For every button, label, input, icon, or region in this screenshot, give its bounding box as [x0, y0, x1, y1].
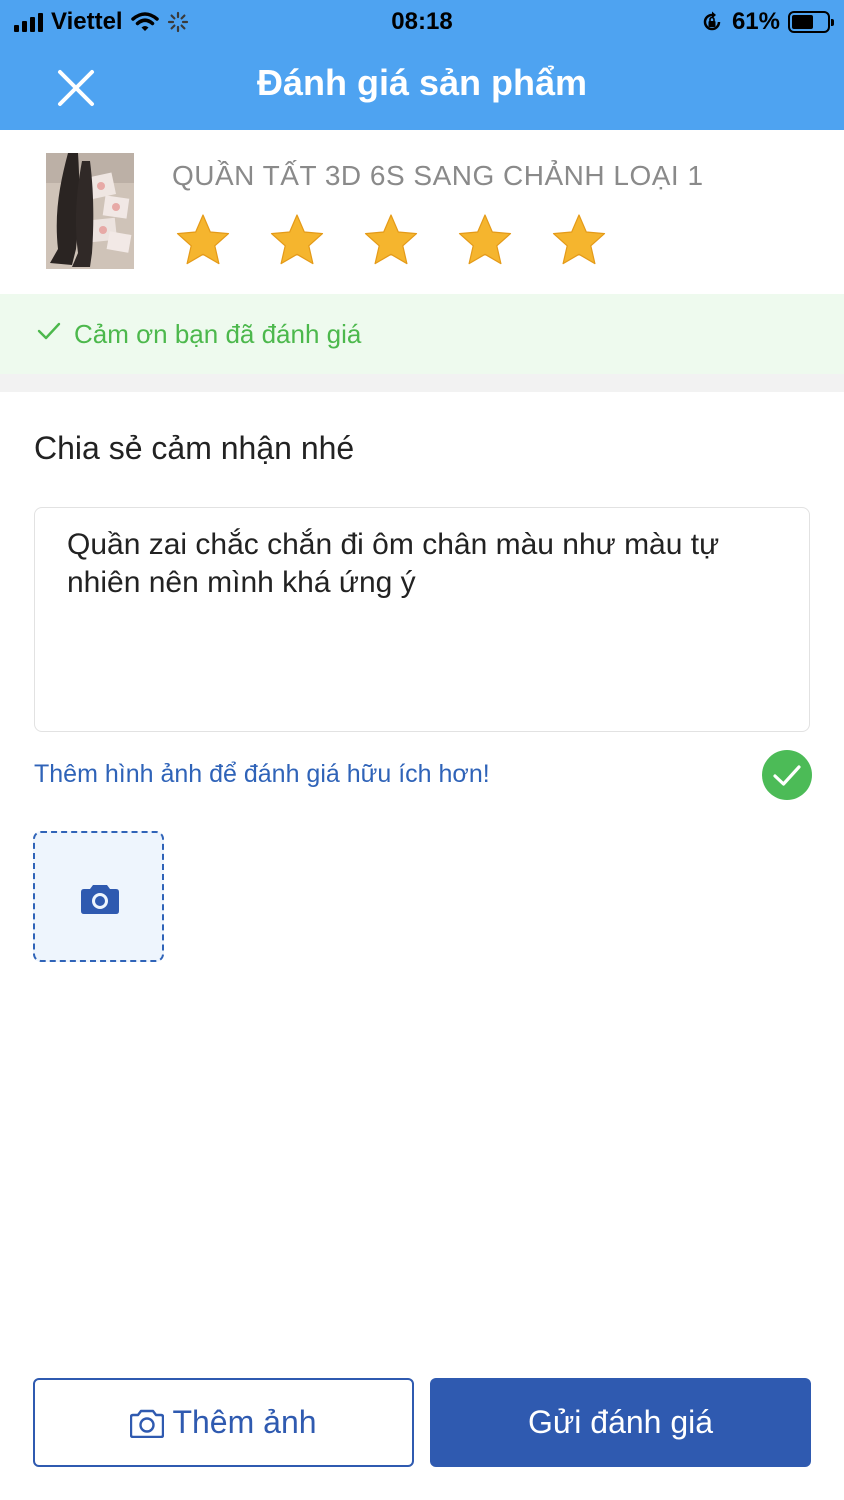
check-circle-icon — [762, 750, 812, 800]
battery-percent: 61% — [731, 8, 780, 35]
product-name: QUẦN TẤT 3D 6S SANG CHẢNH LOẠI 1 — [172, 160, 704, 191]
submit-review-button[interactable]: Gửi đánh giá — [430, 1378, 811, 1467]
photo-upload-slot[interactable] — [33, 831, 164, 962]
review-textarea[interactable]: Quần zai chắc chắn đi ôm chân màu như mà… — [34, 507, 810, 732]
status-right: 61% — [700, 8, 834, 36]
star-icon[interactable] — [174, 212, 232, 270]
star-icon[interactable] — [362, 212, 420, 270]
rotation-lock-icon — [703, 11, 721, 31]
product-thumbnail — [46, 153, 134, 269]
check-icon — [37, 322, 61, 340]
share-title: Chia sẻ cảm nhận nhé — [34, 430, 355, 466]
status-bar: Viettel 08:18 61% — [0, 0, 844, 42]
add-photo-hint: Thêm hình ảnh để đánh giá hữu ích hơn! — [34, 760, 490, 788]
thanks-banner: Cảm ơn bạn đã đánh giá — [0, 294, 844, 374]
thanks-text: Cảm ơn bạn đã đánh giá — [74, 319, 362, 349]
battery-icon — [788, 11, 834, 33]
battery-fill — [792, 15, 813, 29]
star-icon[interactable] — [456, 212, 514, 270]
add-photo-button[interactable]: Thêm ảnh — [33, 1378, 414, 1467]
add-photo-label: Thêm ảnh — [172, 1404, 317, 1440]
star-rating[interactable] — [174, 212, 608, 270]
page-title: Đánh giá sản phẩm — [256, 62, 588, 103]
camera-icon — [81, 885, 119, 914]
product-summary: QUẦN TẤT 3D 6S SANG CHẢNH LOẠI 1 — [0, 130, 844, 294]
section-divider — [0, 374, 844, 392]
header-bar: Đánh giá sản phẩm — [0, 42, 844, 130]
star-icon[interactable] — [268, 212, 326, 270]
submit-review-label: Gửi đánh giá — [527, 1404, 714, 1440]
star-icon[interactable] — [550, 212, 608, 270]
camera-outline-icon — [130, 1409, 165, 1438]
